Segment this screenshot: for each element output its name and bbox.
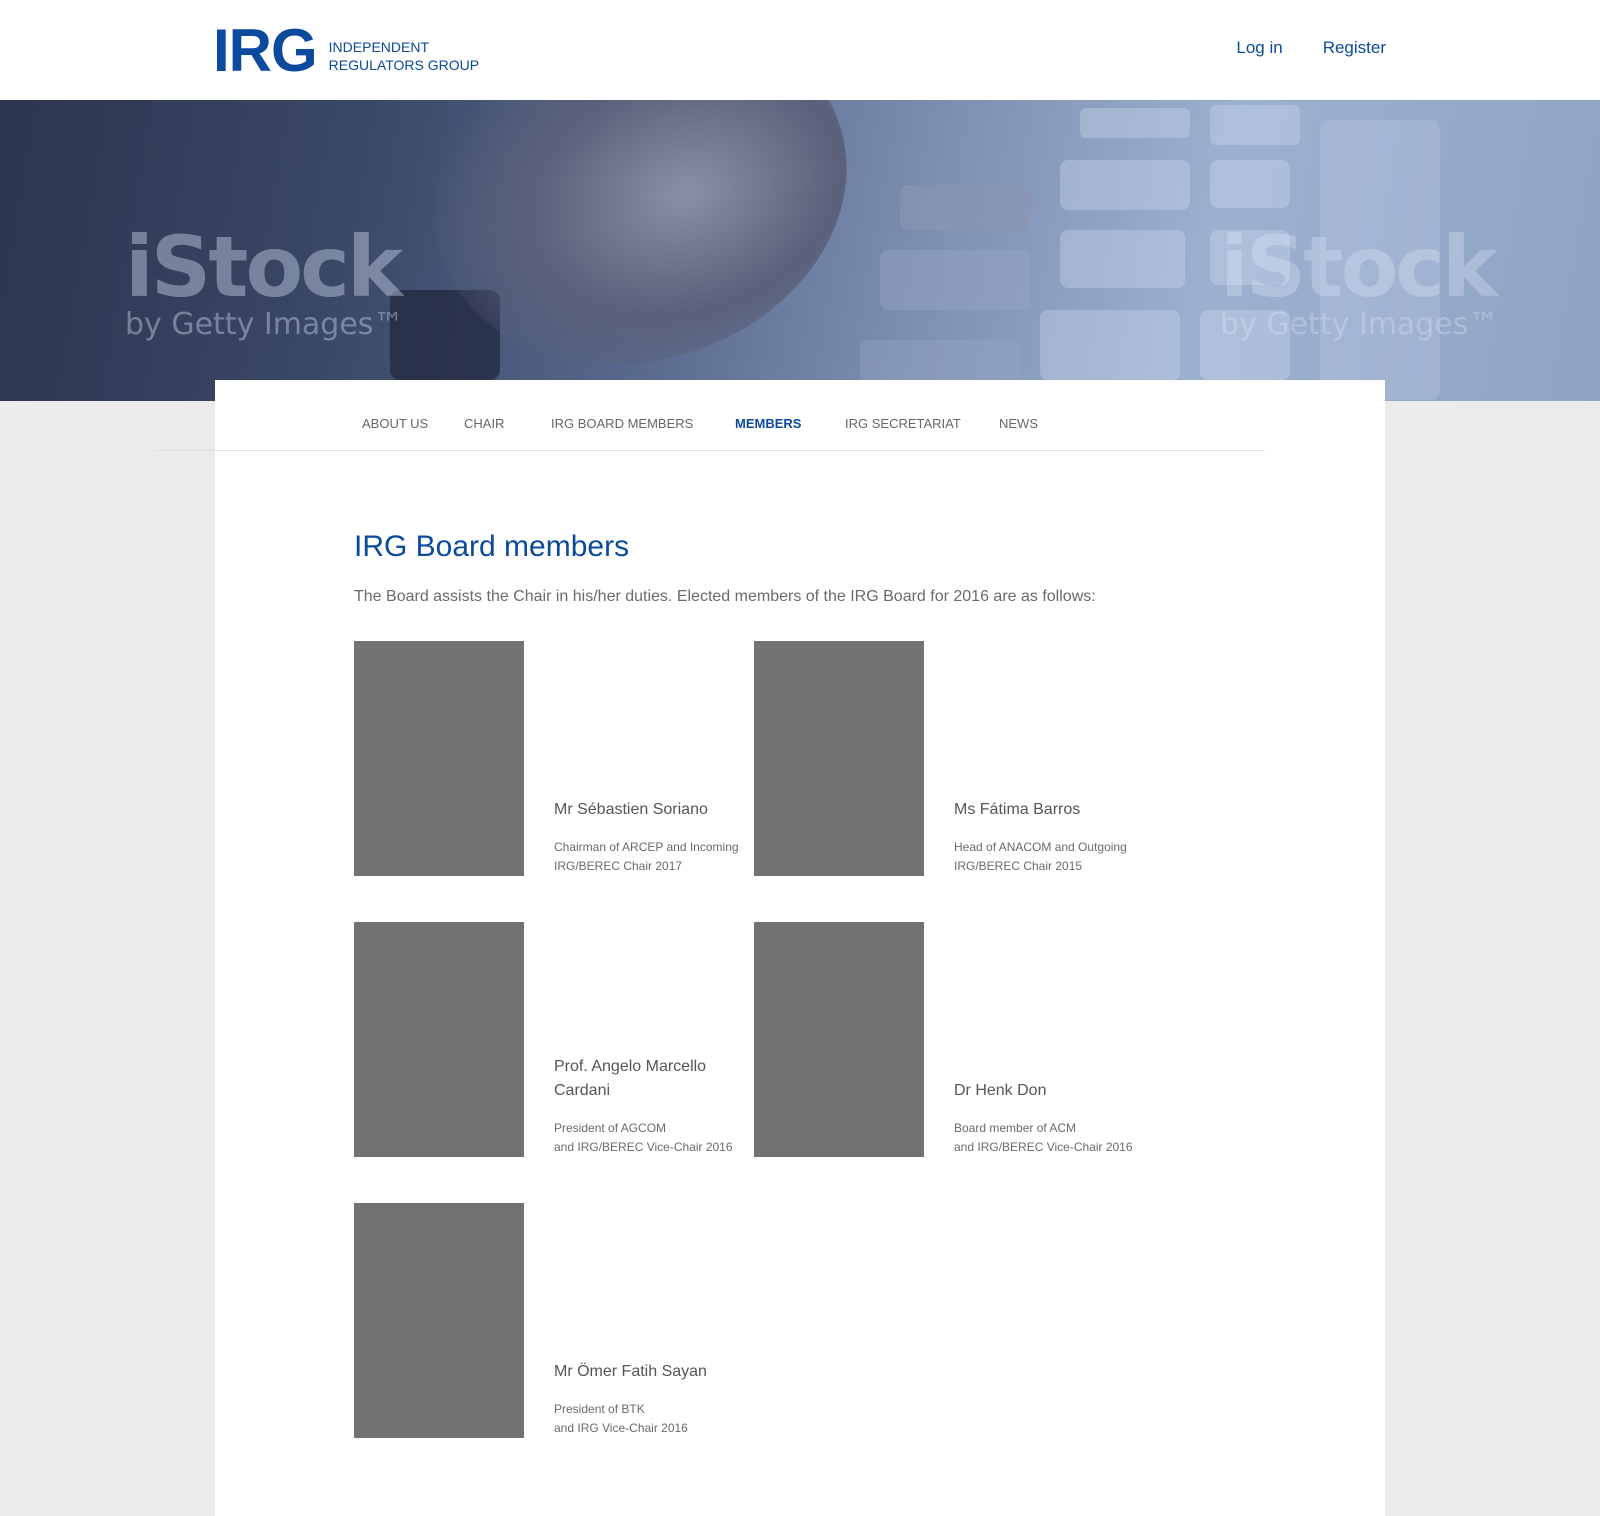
member-card: Mr Sébastien Soriano Chairman of ARCEP a… <box>354 641 744 876</box>
member-info: Mr Ömer Fatih Sayan President of BTK and… <box>554 1360 754 1438</box>
login-link[interactable]: Log in <box>1236 38 1282 58</box>
account-links: Log in Register <box>1236 38 1386 58</box>
member-info: Prof. Angelo Marcello Cardani President … <box>554 1055 754 1157</box>
member-card: Ms Fátima Barros Head of ANACOM and Outg… <box>754 641 1144 876</box>
member-photo <box>354 641 524 876</box>
member-role: Board member of ACM and IRG/BEREC Vice-C… <box>954 1121 1133 1154</box>
nav-news[interactable]: NEWS <box>999 416 1038 431</box>
member-card: Mr Ömer Fatih Sayan President of BTK and… <box>354 1203 744 1438</box>
member-photo <box>754 922 924 1157</box>
register-link[interactable]: Register <box>1323 38 1386 58</box>
hero-banner: iStock by Getty Images™ iStock by Getty … <box>0 100 1600 401</box>
member-name: Mr Ömer Fatih Sayan <box>554 1363 707 1380</box>
member-role: President of AGCOM and IRG/BEREC Vice-Ch… <box>554 1121 733 1154</box>
member-photo <box>754 641 924 876</box>
member-name: Ms Fátima Barros <box>954 801 1081 818</box>
intro-text: The Board assists the Chair in his/her d… <box>354 588 1096 605</box>
irg-logo[interactable]: IRG Independent Regulators Group <box>213 17 479 84</box>
member-card: Prof. Angelo Marcello Cardani President … <box>354 922 744 1157</box>
watermark-left: iStock by Getty Images™ <box>125 225 403 341</box>
nav-irg-board-members[interactable]: IRG BOARD MEMBERS <box>551 416 693 431</box>
member-info: Dr Henk Don Board member of ACM and IRG/… <box>954 1079 1154 1157</box>
nav-divider <box>155 450 1265 451</box>
logo-mark: IRG <box>213 17 318 84</box>
member-photo <box>354 1203 524 1438</box>
member-role: President of BTK and IRG Vice-Chair 2016 <box>554 1402 688 1435</box>
member-photo <box>354 922 524 1157</box>
watermark-right-small: by Getty Images™ <box>1220 307 1499 342</box>
page-title: IRG Board members <box>354 530 630 563</box>
member-role: Chairman of ARCEP and Incoming IRG/BEREC… <box>554 840 739 873</box>
watermark-left-small: by Getty Images™ <box>125 307 404 342</box>
member-info: Mr Sébastien Soriano Chairman of ARCEP a… <box>554 798 754 876</box>
section-nav: ABOUT US CHAIR IRG BOARD MEMBERS MEMBERS… <box>215 380 1385 450</box>
logo-subtitle: Independent Regulators Group <box>329 28 479 74</box>
watermark-right-big: iStock <box>1220 218 1498 316</box>
site-header: IRG Independent Regulators Group Log in … <box>0 0 1600 100</box>
nav-members[interactable]: MEMBERS <box>735 416 801 431</box>
nav-irg-secretariat[interactable]: IRG SECRETARIAT <box>845 416 961 431</box>
member-name: Prof. Angelo Marcello Cardani <box>554 1058 707 1099</box>
nav-about-us[interactable]: ABOUT US <box>362 416 428 431</box>
member-card: Dr Henk Don Board member of ACM and IRG/… <box>754 922 1144 1157</box>
logo-sub-line1: Independent <box>328 39 430 55</box>
nav-chair[interactable]: CHAIR <box>464 416 504 431</box>
watermark-right: iStock by Getty Images™ <box>1220 225 1498 341</box>
watermark-left-big: iStock <box>125 218 403 316</box>
logo-sub-line2: Regulators Group <box>328 57 480 73</box>
member-name: Mr Sébastien Soriano <box>554 801 708 818</box>
member-role: Head of ANACOM and Outgoing IRG/BEREC Ch… <box>954 840 1127 873</box>
member-info: Ms Fátima Barros Head of ANACOM and Outg… <box>954 798 1154 876</box>
content-card: ABOUT US CHAIR IRG BOARD MEMBERS MEMBERS… <box>155 380 1385 1516</box>
member-name: Dr Henk Don <box>954 1082 1047 1099</box>
